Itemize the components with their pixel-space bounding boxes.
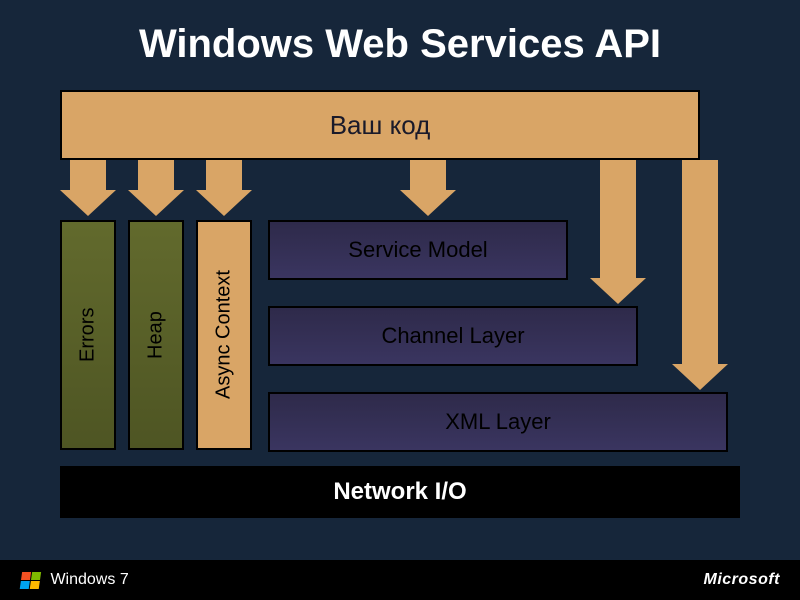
architecture-diagram: Ваш код Errors Heap Async Context Servic… xyxy=(60,90,740,510)
pillar-async-context: Async Context xyxy=(196,220,252,450)
arrow-down-icon xyxy=(196,190,252,216)
network-io-box: Network I/O xyxy=(60,466,740,518)
pillar-errors: Errors xyxy=(60,220,116,450)
arrow-shaft xyxy=(410,160,446,190)
arrow-down-icon xyxy=(590,278,646,304)
arrow-shaft xyxy=(206,160,242,190)
windows-logo: Windows 7 xyxy=(20,571,129,589)
arrow-shaft xyxy=(600,160,636,278)
layer-channel: Channel Layer xyxy=(268,306,638,366)
arrow-down-icon xyxy=(128,190,184,216)
layer-service-model: Service Model xyxy=(268,220,568,280)
slide-title: Windows Web Services API xyxy=(0,0,800,67)
microsoft-logo: Microsoft xyxy=(704,571,781,589)
arrow-down-icon xyxy=(400,190,456,216)
arrow-shaft xyxy=(682,160,718,364)
layer-xml: XML Layer xyxy=(268,392,728,452)
arrow-down-icon xyxy=(672,364,728,390)
arrow-shaft xyxy=(138,160,174,190)
windows-flag-icon xyxy=(19,571,42,589)
user-code-box: Ваш код xyxy=(60,90,700,160)
arrow-down-icon xyxy=(60,190,116,216)
pillar-heap: Heap xyxy=(128,220,184,450)
arrow-shaft xyxy=(70,160,106,190)
footer-bar: Windows 7 Microsoft xyxy=(0,560,800,600)
